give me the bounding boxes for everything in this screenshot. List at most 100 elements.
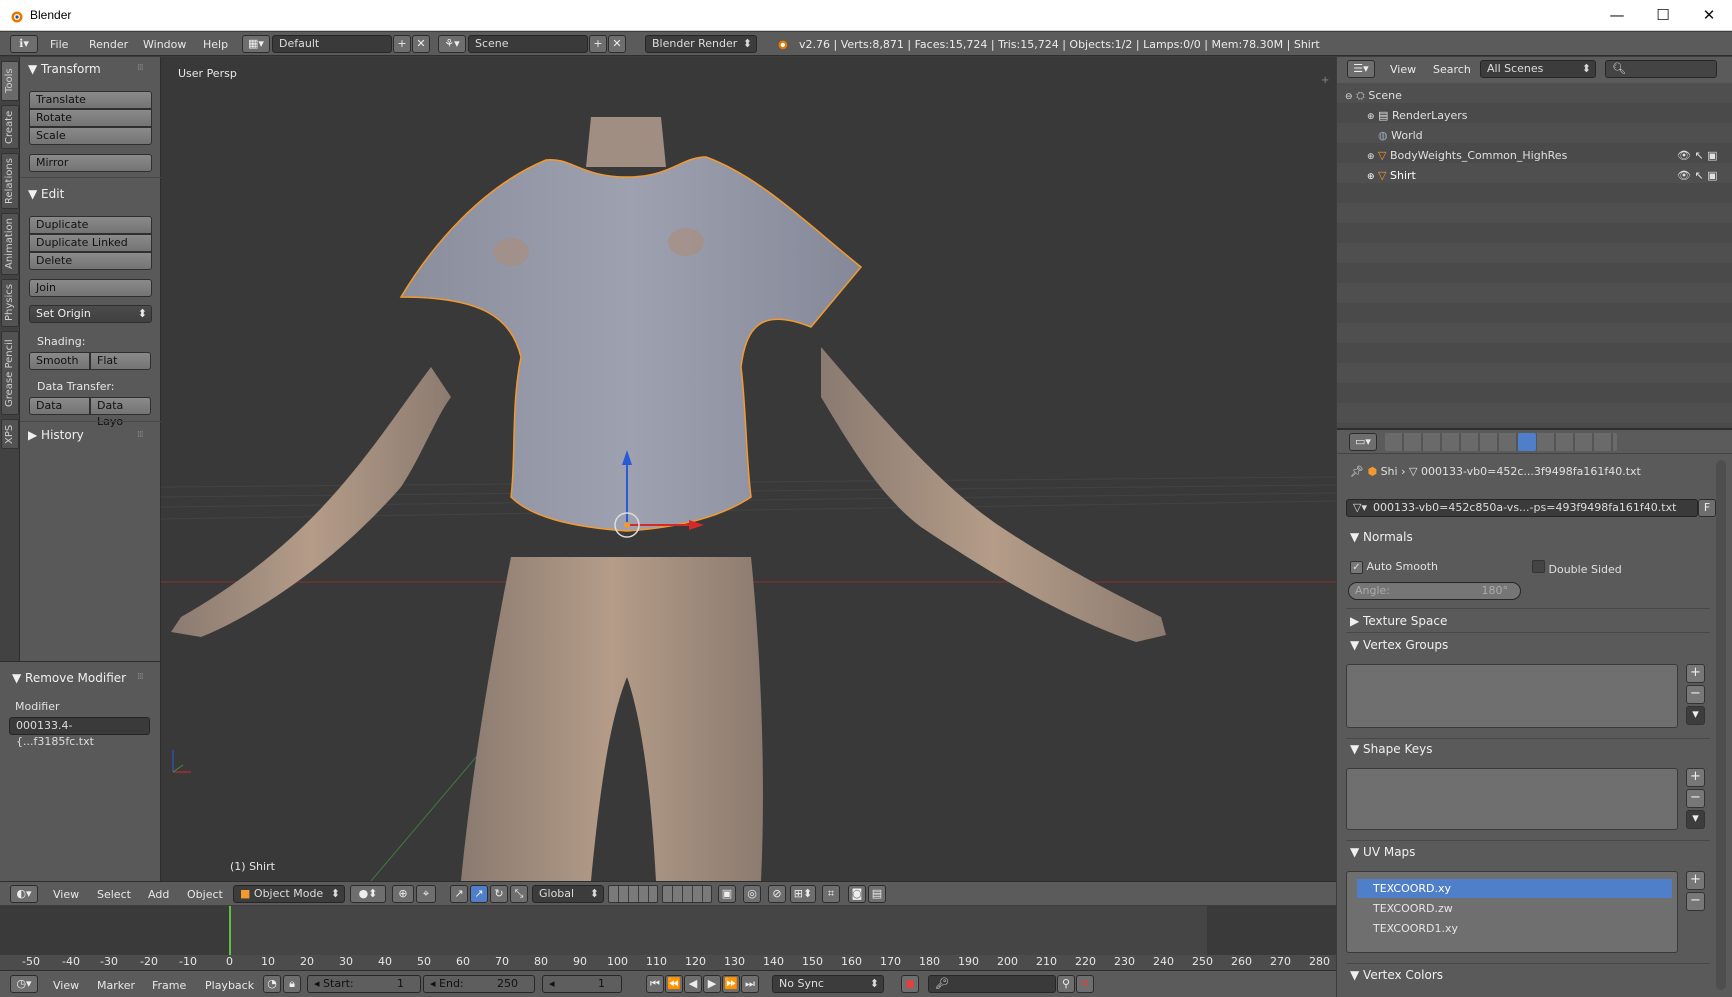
auto-smooth-angle-field[interactable]: Angle: 180° — [1348, 582, 1521, 600]
rotate-button[interactable]: Rotate — [29, 109, 152, 127]
add-uv-map-button[interactable]: + — [1686, 871, 1705, 890]
collapse-icon[interactable]: ⊖ — [1345, 92, 1353, 102]
mirror-button[interactable]: Mirror — [29, 154, 152, 172]
add-scene-button[interactable]: + — [589, 35, 607, 53]
shape-keys-list[interactable] — [1346, 768, 1678, 830]
smooth-button[interactable]: Smooth — [29, 352, 90, 370]
panel-grip-icon[interactable]: ⁞⁞⁞ — [137, 672, 144, 682]
scale-manipulator-icon[interactable]: ⤡ — [510, 885, 528, 903]
play-icon[interactable]: ▶ — [703, 975, 721, 993]
shape-key-specials-icon[interactable]: ▾ — [1686, 810, 1705, 829]
transform-manipulator-icon[interactable]: ↗ — [450, 885, 468, 903]
tab-physics[interactable]: Physics — [1, 279, 19, 327]
minimize-button[interactable]: — — [1594, 0, 1640, 31]
mesh-datablock-field[interactable]: ▽▾ 000133-vb0=452c850a-vs...-ps=493f9498f… — [1346, 499, 1698, 517]
screen-layout-field[interactable]: Default — [272, 35, 392, 53]
editor-type-info-icon[interactable]: ℹ▾ — [10, 35, 38, 53]
close-button[interactable]: ✕ — [1686, 0, 1732, 31]
duplicate-button[interactable]: Duplicate — [29, 216, 152, 234]
double-sided-checkbox[interactable]: Double Sided — [1532, 560, 1622, 576]
viewport-shading-icon[interactable]: ●⬍ — [350, 885, 386, 903]
translate-button[interactable]: Translate — [29, 91, 152, 109]
data-layout-button[interactable]: Data Layo — [90, 397, 151, 428]
scale-button[interactable]: Scale — [29, 127, 152, 145]
menu-object[interactable]: Object — [187, 888, 223, 901]
render-engine-select[interactable]: Blender Render ⬍ — [645, 35, 757, 53]
outliner-item-scene[interactable]: ⊖ ⛭ Scene — [1345, 89, 1402, 103]
pivot-point-icon[interactable]: ⊕ — [392, 885, 414, 903]
remove-modifier-header[interactable]: ▼ Remove Modifier — [12, 671, 126, 685]
render-animation-icon[interactable]: ▤ — [868, 885, 886, 903]
expand-icon[interactable]: ⊕ — [1367, 172, 1375, 182]
rotate-manipulator-icon[interactable]: ↻ — [490, 885, 508, 903]
delete-button[interactable]: Delete — [29, 252, 152, 270]
timeline-cursor[interactable] — [229, 906, 231, 960]
menu-playback[interactable]: Playback — [205, 979, 254, 992]
normals-panel-header[interactable]: ▼ Normals — [1350, 530, 1413, 544]
outliner-item-world[interactable]: ◍ World — [1378, 129, 1423, 142]
flat-button[interactable]: Flat — [90, 352, 151, 370]
display-mode-select[interactable]: All Scenes ⬍ — [1480, 60, 1596, 78]
render-image-icon[interactable]: ◙ — [848, 885, 866, 903]
scene-icon[interactable]: ⚘▾ — [438, 35, 466, 53]
end-frame-field[interactable]: ◂ End: 250 — [423, 975, 535, 993]
vertex-groups-panel-header[interactable]: ▼ Vertex Groups — [1350, 638, 1448, 652]
plus-icon[interactable]: + — [1321, 75, 1329, 86]
panel-grip-icon[interactable]: ⁞⁞⁞ — [137, 430, 144, 440]
insert-keyframe-icon[interactable]: ⚲ — [1057, 975, 1075, 993]
menu-timeline-view[interactable]: View — [53, 979, 79, 992]
properties-scrollbar[interactable] — [1716, 460, 1726, 990]
add-layout-button[interactable]: + — [393, 35, 411, 53]
set-origin-select[interactable]: Set Origin ⬍ — [29, 305, 152, 323]
vertex-colors-panel-header[interactable]: ▼ Vertex Colors — [1350, 968, 1443, 982]
layer-buttons-1[interactable] — [608, 885, 658, 903]
jump-keyframe-back-icon[interactable]: ⏪ — [665, 975, 683, 993]
tab-create[interactable]: Create — [1, 105, 19, 149]
history-panel-header[interactable]: ▶ History — [28, 428, 84, 442]
remove-uv-map-button[interactable]: − — [1686, 892, 1705, 911]
uv-map-item[interactable]: TEXCOORD1.xy — [1357, 919, 1672, 938]
tab-xps[interactable]: XPS — [1, 419, 19, 449]
play-reverse-icon[interactable]: ◀ — [684, 975, 702, 993]
lock-layers-icon[interactable]: ▣ — [718, 885, 736, 903]
add-vertex-group-button[interactable]: + — [1686, 664, 1705, 683]
preview-range-icon[interactable]: ◔ — [263, 975, 281, 993]
add-shape-key-button[interactable]: + — [1686, 768, 1705, 787]
expand-icon[interactable]: ⊕ — [1367, 152, 1375, 162]
remove-scene-button[interactable]: ✕ — [608, 35, 626, 53]
expand-icon[interactable]: ⊕ — [1367, 112, 1375, 122]
vertex-group-specials-icon[interactable]: ▾ — [1686, 706, 1705, 725]
editor-type-timeline-icon[interactable]: ◷▾ — [10, 975, 38, 993]
outliner-item-shirt[interactable]: ⊕ ▽ Shirt — [1367, 169, 1416, 182]
shape-keys-panel-header[interactable]: ▼ Shape Keys — [1350, 742, 1432, 756]
menu-frame[interactable]: Frame — [152, 979, 186, 992]
snap-icon[interactable]: ⊘ — [768, 885, 786, 903]
duplicate-linked-button[interactable]: Duplicate Linked — [29, 234, 152, 252]
translate-manipulator-icon[interactable]: ↗ — [470, 885, 488, 903]
tab-relations[interactable]: Relations — [1, 153, 19, 209]
screen-layout-icon[interactable]: ▦▾ — [242, 35, 270, 53]
uv-map-item[interactable]: TEXCOORD.zw — [1357, 899, 1672, 918]
interaction-mode-select[interactable]: ■ Object Mode ⬍ — [233, 885, 345, 903]
3d-viewport[interactable]: User Persp (1) Shirt + — [161, 57, 1336, 881]
outliner-item-renderlayers[interactable]: ⊕ ▤ RenderLayers — [1367, 109, 1468, 122]
data-transfer-button[interactable]: Data — [29, 397, 90, 415]
property-context-tabs[interactable] — [1385, 433, 1617, 451]
jump-end-icon[interactable]: ⏭ — [741, 975, 759, 993]
edit-panel-header[interactable]: ▼ Edit — [28, 187, 64, 201]
remove-vertex-group-button[interactable]: − — [1686, 685, 1705, 704]
proportional-edit-icon[interactable]: ◎ — [743, 885, 761, 903]
timeline[interactable] — [0, 906, 1336, 960]
visibility-icon[interactable]: 👁︎ ↖ ▣ — [1677, 169, 1718, 182]
keying-set-field[interactable]: 🔑︎ — [928, 975, 1056, 993]
outliner-search-input[interactable]: 🔍︎ — [1605, 60, 1717, 78]
lock-range-icon[interactable]: 🔒︎ — [283, 975, 301, 993]
snap-element-icon[interactable]: ⊞⬍ — [790, 885, 816, 903]
delete-keyframe-icon[interactable]: ✕ — [1076, 975, 1094, 993]
editor-type-properties-icon[interactable]: ▭▾ — [1349, 433, 1377, 451]
snap-target-icon[interactable]: ⌗ — [822, 885, 840, 903]
tab-tools[interactable]: Tools — [1, 61, 19, 101]
jump-start-icon[interactable]: ⏮ — [646, 975, 664, 993]
modifier-name-field[interactable]: 000133.4-{...f3185fc.txt — [9, 717, 150, 748]
maximize-button[interactable]: ☐ — [1640, 0, 1686, 31]
